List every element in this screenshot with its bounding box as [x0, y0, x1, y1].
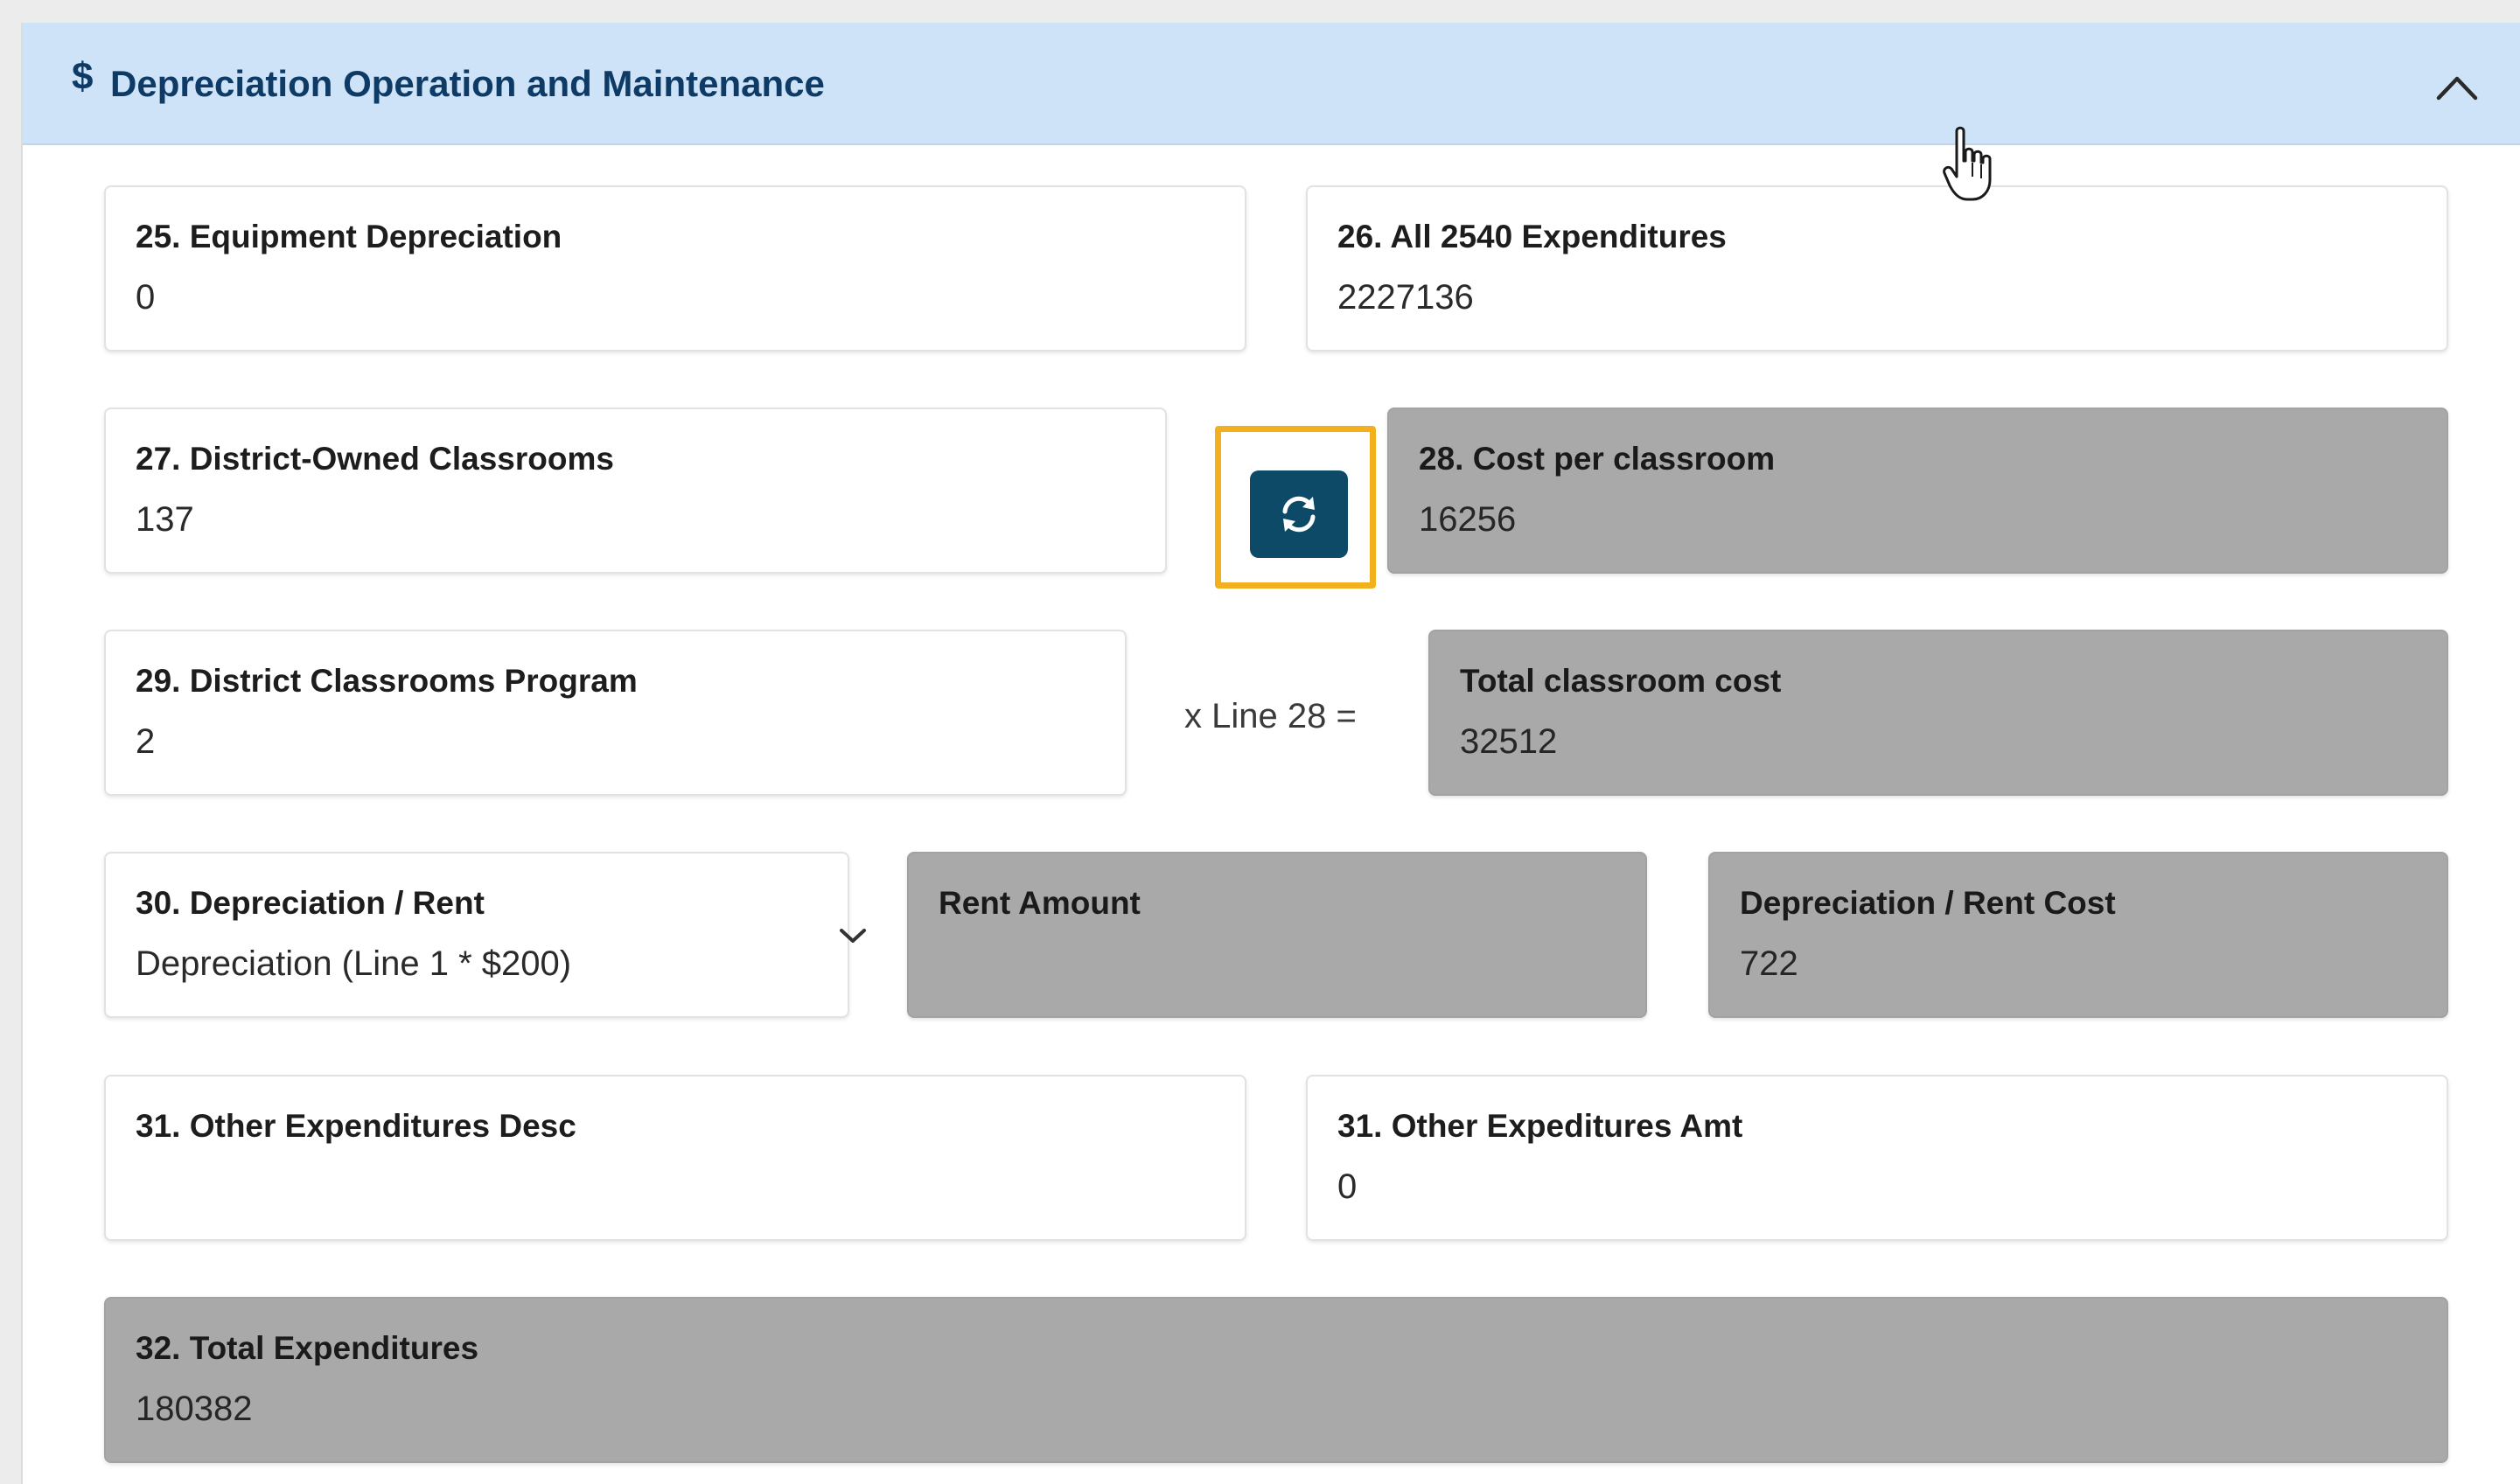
field-label: Total classroom cost [1460, 663, 1782, 699]
chevron-down-icon[interactable] [837, 925, 869, 946]
field-value: 0 [136, 278, 156, 317]
field-label: 32. Total Expenditures [136, 1330, 479, 1366]
field-label: 25. Equipment Depreciation [136, 219, 562, 254]
field-value: 137 [136, 500, 194, 539]
hand-cursor-icon [1943, 126, 1992, 201]
field-value: 2227136 [1337, 278, 1474, 317]
section-header[interactable]: $ Depreciation Operation and Maintenance [23, 23, 2520, 145]
field-label: 30. Depreciation / Rent [136, 885, 485, 921]
field-cost-per-classroom: 28. Cost per classroom 16256 [1387, 408, 2448, 574]
select-depreciation-rent[interactable]: 30. Depreciation / Rent Depreciation (Li… [104, 852, 866, 1018]
dollar-icon: $ [72, 55, 94, 98]
field-label: 29. District Classrooms Program [136, 663, 638, 699]
field-equipment-depreciation[interactable]: 25. Equipment Depreciation 0 [104, 185, 1246, 352]
section-title: Depreciation Operation and Maintenance [110, 63, 825, 104]
field-district-owned-classrooms[interactable]: 27. District-Owned Classrooms 137 [104, 408, 1167, 574]
field-value: 32512 [1460, 722, 1558, 761]
field-label: 27. District-Owned Classrooms [136, 441, 614, 477]
field-total-expenditures: 32. Total Expenditures 180382 [104, 1297, 2448, 1463]
field-value: 0 [1337, 1167, 1358, 1206]
field-value: 180382 [136, 1390, 253, 1428]
refresh-icon [1282, 496, 1316, 533]
field-rent-amount: Rent Amount [907, 852, 1647, 1018]
field-total-classroom-cost: Total classroom cost 32512 [1428, 630, 2448, 796]
field-all-2540-expenditures[interactable]: 26. All 2540 Expenditures 2227136 [1306, 185, 2448, 352]
field-label: 31. Other Expeditures Amt [1337, 1108, 1743, 1144]
field-label: 31. Other Expenditures Desc [136, 1108, 576, 1144]
refresh-button[interactable] [1250, 470, 1348, 558]
field-value: 2 [136, 722, 156, 761]
field-value: 722 [1740, 944, 1798, 983]
depreciation-panel: $ Depreciation Operation and Maintenance… [21, 23, 2520, 1484]
field-label: 26. All 2540 Expenditures [1337, 219, 1727, 254]
select-value: Depreciation (Line 1 * $200) [136, 944, 572, 983]
field-other-expenditures-desc[interactable]: 31. Other Expenditures Desc [104, 1075, 1246, 1241]
field-district-classrooms-program[interactable]: 29. District Classrooms Program 2 [104, 630, 1127, 796]
field-label: Rent Amount [939, 885, 1141, 921]
multiplier-text: x Line 28 = [1184, 697, 1357, 735]
field-label: 28. Cost per classroom [1419, 441, 1776, 477]
field-depreciation-rent-cost: Depreciation / Rent Cost 722 [1708, 852, 2448, 1018]
field-label: Depreciation / Rent Cost [1740, 885, 2116, 921]
field-value: 16256 [1419, 500, 1517, 539]
chevron-up-icon[interactable] [2435, 72, 2479, 101]
refresh-button-highlight [1215, 426, 1376, 589]
field-other-expenditures-amt[interactable]: 31. Other Expeditures Amt 0 [1306, 1075, 2448, 1241]
